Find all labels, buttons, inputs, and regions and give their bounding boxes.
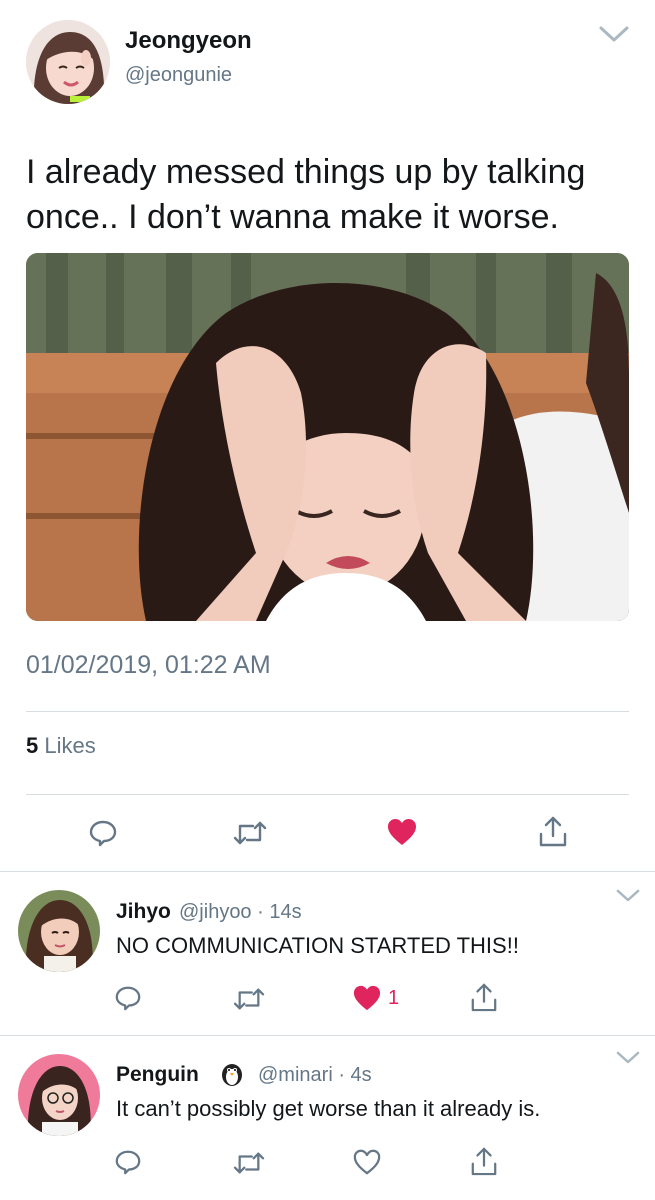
share-button[interactable]	[470, 981, 498, 1013]
reply-button[interactable]	[114, 1148, 142, 1176]
profile-photo-icon	[18, 890, 100, 972]
divider	[26, 711, 629, 712]
likes-summary[interactable]: 5 Likes	[26, 733, 96, 759]
reply-author-handle[interactable]: @jihyoo · 14s	[179, 901, 302, 924]
reply-author-handle[interactable]: @minari · 4s	[258, 1064, 372, 1087]
retweet-button[interactable]	[232, 1149, 266, 1177]
retweet-icon	[233, 821, 267, 845]
reply-icon	[89, 820, 117, 847]
photo-girl-holding-head-icon	[26, 253, 629, 621]
like-button[interactable]	[386, 817, 418, 847]
avatar[interactable]	[18, 1054, 100, 1136]
heart-outline-icon	[353, 1149, 381, 1175]
chevron-down-icon[interactable]	[597, 24, 631, 44]
reply-author-name[interactable]: Jihyo	[116, 900, 171, 924]
share-button[interactable]	[470, 1145, 498, 1177]
reply-icon	[115, 1150, 141, 1175]
share-icon	[539, 816, 567, 847]
reply-button[interactable]	[88, 818, 118, 848]
tweet-text: I already messed things up by talking on…	[26, 150, 636, 240]
avatar[interactable]	[26, 20, 110, 104]
reply-time: · 14s	[257, 901, 302, 923]
retweet-button[interactable]	[232, 818, 268, 848]
like-button[interactable]	[352, 1148, 382, 1176]
reply-tweet: Jihyo @jihyoo · 14s NO COMMUNICATION STA…	[0, 872, 655, 1034]
main-tweet: Jeongyeon @jeongunie I already messed th…	[0, 0, 655, 870]
like-button[interactable]: 1	[352, 984, 399, 1012]
chevron-down-icon[interactable]	[614, 1050, 642, 1066]
reply-button[interactable]	[114, 984, 142, 1012]
reply-icon	[115, 986, 141, 1011]
avatar[interactable]	[18, 890, 100, 972]
retweet-icon	[233, 1152, 265, 1174]
tweet-text-line: I already messed things up by talking	[26, 153, 586, 191]
reply-text: NO COMMUNICATION STARTED THIS!!	[116, 933, 519, 958]
likes-label: Likes	[44, 733, 96, 758]
author-handle[interactable]: @jeongunie	[125, 64, 232, 87]
share-icon	[471, 983, 497, 1012]
penguin-icon	[222, 1064, 242, 1086]
reply-text: It can’t possibly get worse than it alre…	[116, 1096, 541, 1121]
reply-tweet: Penguin @minari · 4s It can’t possibly g…	[0, 1036, 655, 1200]
likes-count: 5	[26, 733, 39, 758]
like-count: 1	[388, 986, 400, 1009]
divider	[26, 794, 629, 795]
retweet-button[interactable]	[232, 985, 266, 1013]
tweet-timestamp[interactable]: 01/02/2019, 01:22 AM	[26, 651, 271, 680]
retweet-icon	[233, 988, 265, 1010]
heart-icon	[388, 819, 416, 845]
profile-photo-icon	[26, 20, 110, 104]
share-button[interactable]	[538, 814, 568, 848]
profile-photo-icon	[18, 1054, 100, 1136]
tweet-photo[interactable]	[26, 253, 629, 621]
reply-handle-text: @jihyoo	[179, 901, 252, 923]
chevron-down-icon[interactable]	[614, 888, 642, 904]
author-name[interactable]: Jeongyeon	[125, 27, 252, 55]
heart-icon	[353, 985, 381, 1011]
share-icon	[471, 1147, 497, 1176]
tweet-text-line: once.. I don’t wanna make it worse.	[26, 198, 559, 236]
reply-handle-text: @minari	[258, 1064, 333, 1086]
reply-time: · 4s	[338, 1064, 372, 1086]
reply-author-name[interactable]: Penguin	[116, 1063, 199, 1087]
